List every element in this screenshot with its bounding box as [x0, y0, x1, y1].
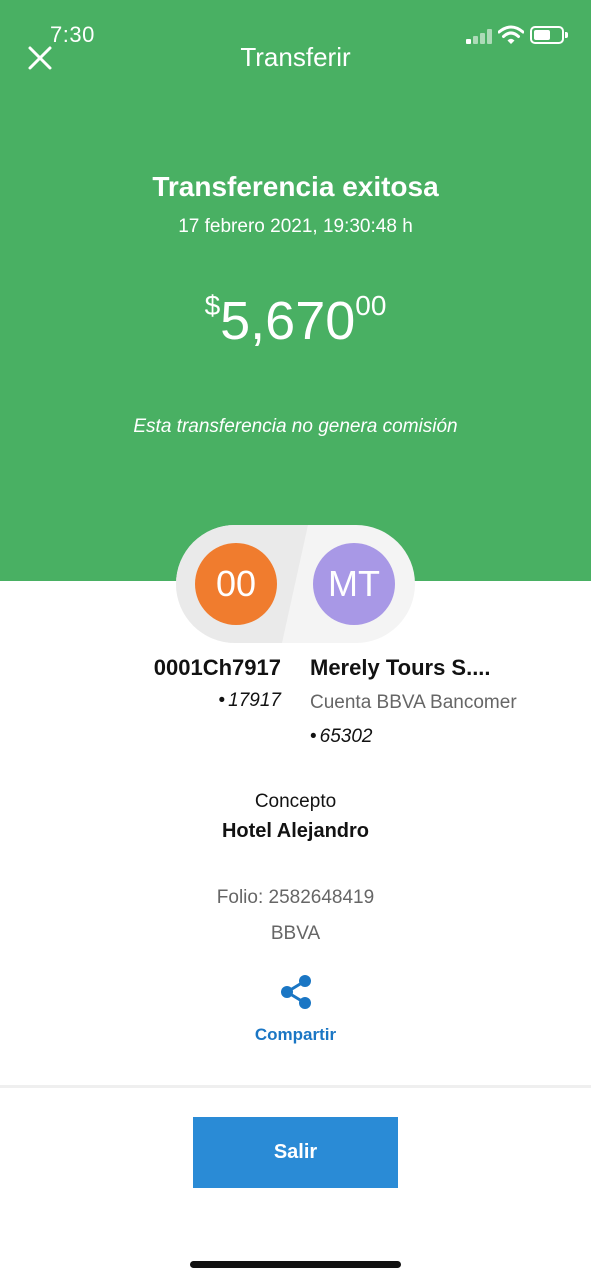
share-button[interactable]: Compartir [240, 970, 351, 1050]
footer-divider [0, 1085, 591, 1088]
amount-decimals: 00 [355, 290, 387, 321]
transfer-parties-badge: 00 MT [176, 525, 415, 643]
folio-number: Folio: 2582648419 [216, 887, 375, 908]
share-label: Compartir [254, 1025, 337, 1044]
bank-name: BBVA [270, 923, 321, 944]
amount-currency: $ [204, 290, 221, 321]
recipient-bank: Cuenta BBVA Bancomer [310, 692, 517, 713]
exit-button[interactable]: Salir [193, 1117, 398, 1188]
commission-note: Esta transferencia no genera comisión [133, 416, 458, 437]
home-indicator[interactable] [190, 1261, 401, 1268]
recipient-name: Merely Tours S.... [310, 655, 491, 680]
bullet-icon: • [310, 726, 317, 747]
transfer-amount: $5,67000 [0, 290, 591, 352]
bullet-icon: • [218, 690, 226, 711]
sender-name: 0001Ch7917 [153, 655, 281, 680]
amount-integer: 5,670 [220, 291, 356, 351]
battery-level [534, 30, 550, 40]
recipient-avatar: MT [313, 543, 395, 625]
concept-label: Concepto [254, 791, 337, 812]
page-title: Transferir [240, 42, 351, 72]
success-title: Transferencia exitosa [152, 171, 439, 202]
recipient-account-number: 65302 [319, 726, 373, 747]
success-header: 7:30 Transferir Transferencia exitosa 17… [0, 0, 591, 581]
share-icon [281, 975, 311, 1009]
transaction-date: 17 febrero 2021, 19:30:48 h [178, 216, 413, 237]
recipient-account: • 65302 [310, 726, 373, 748]
sender-avatar: 00 [195, 543, 277, 625]
concept-value: Hotel Alejandro [221, 820, 370, 842]
sender-account: • 17917 [219, 690, 282, 712]
sender-account-number: 17917 [228, 690, 281, 711]
